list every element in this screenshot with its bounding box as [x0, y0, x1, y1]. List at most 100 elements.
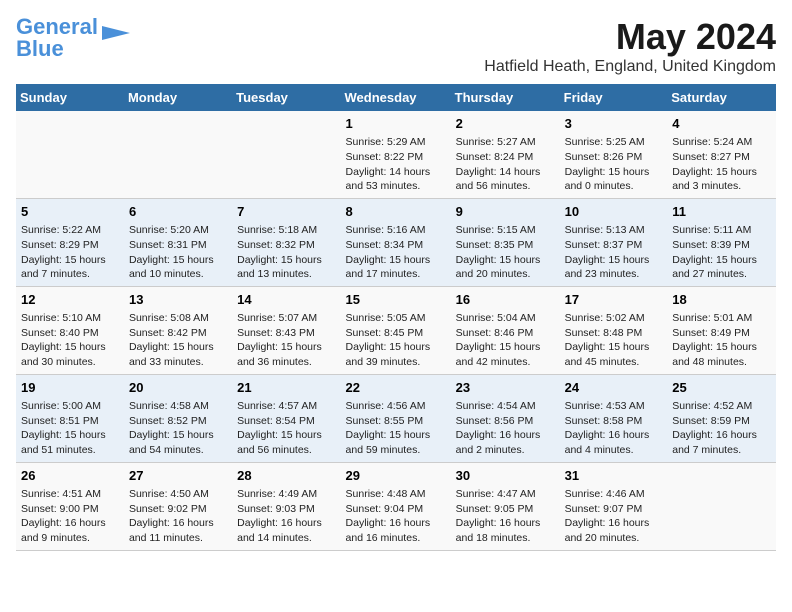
col-header-friday: Friday	[560, 84, 668, 111]
cell-text: Daylight: 14 hours and 56 minutes.	[456, 165, 555, 194]
cell-text: Daylight: 15 hours and 0 minutes.	[565, 165, 663, 194]
cell-text: Sunset: 8:42 PM	[129, 326, 227, 341]
cell-text: Sunrise: 5:24 AM	[672, 135, 771, 150]
cell-text: Daylight: 15 hours and 17 minutes.	[346, 253, 446, 282]
cell-text: Sunrise: 5:10 AM	[21, 311, 119, 326]
calendar-cell: 12Sunrise: 5:10 AMSunset: 8:40 PMDayligh…	[16, 286, 124, 374]
cell-text: Daylight: 16 hours and 11 minutes.	[129, 516, 227, 545]
cell-text: Daylight: 15 hours and 45 minutes.	[565, 340, 663, 369]
col-header-thursday: Thursday	[451, 84, 560, 111]
calendar-cell: 10Sunrise: 5:13 AMSunset: 8:37 PMDayligh…	[560, 198, 668, 286]
calendar-cell	[124, 111, 232, 198]
calendar-cell: 11Sunrise: 5:11 AMSunset: 8:39 PMDayligh…	[667, 198, 776, 286]
cell-text: Sunrise: 5:05 AM	[346, 311, 446, 326]
day-number: 11	[672, 203, 771, 221]
cell-text: Daylight: 15 hours and 36 minutes.	[237, 340, 335, 369]
cell-text: Daylight: 15 hours and 20 minutes.	[456, 253, 555, 282]
calendar-cell: 22Sunrise: 4:56 AMSunset: 8:55 PMDayligh…	[341, 374, 451, 462]
cell-text: Sunset: 8:46 PM	[456, 326, 555, 341]
page-header: GeneralBlue May 2024 Hatfield Heath, Eng…	[16, 16, 776, 76]
cell-text: Sunset: 8:35 PM	[456, 238, 555, 253]
cell-text: Sunset: 8:40 PM	[21, 326, 119, 341]
day-number: 16	[456, 291, 555, 309]
calendar-cell: 20Sunrise: 4:58 AMSunset: 8:52 PMDayligh…	[124, 374, 232, 462]
logo-icon	[102, 18, 132, 48]
day-number: 29	[346, 467, 446, 485]
cell-text: Daylight: 15 hours and 13 minutes.	[237, 253, 335, 282]
calendar-cell: 8Sunrise: 5:16 AMSunset: 8:34 PMDaylight…	[341, 198, 451, 286]
day-number: 18	[672, 291, 771, 309]
cell-text: Daylight: 15 hours and 59 minutes.	[346, 428, 446, 457]
cell-text: Sunset: 9:05 PM	[456, 502, 555, 517]
cell-text: Sunset: 8:55 PM	[346, 414, 446, 429]
cell-text: Sunrise: 5:16 AM	[346, 223, 446, 238]
cell-text: Sunset: 8:48 PM	[565, 326, 663, 341]
cell-text: Sunrise: 5:15 AM	[456, 223, 555, 238]
day-number: 15	[346, 291, 446, 309]
calendar-cell: 25Sunrise: 4:52 AMSunset: 8:59 PMDayligh…	[667, 374, 776, 462]
month-title: May 2024	[484, 16, 776, 58]
cell-text: Sunrise: 4:58 AM	[129, 399, 227, 414]
day-number: 14	[237, 291, 335, 309]
cell-text: Sunrise: 5:07 AM	[237, 311, 335, 326]
day-number: 7	[237, 203, 335, 221]
calendar-cell: 17Sunrise: 5:02 AMSunset: 8:48 PMDayligh…	[560, 286, 668, 374]
cell-text: Daylight: 16 hours and 7 minutes.	[672, 428, 771, 457]
calendar-cell: 7Sunrise: 5:18 AMSunset: 8:32 PMDaylight…	[232, 198, 340, 286]
day-number: 13	[129, 291, 227, 309]
cell-text: Sunrise: 5:13 AM	[565, 223, 663, 238]
cell-text: Daylight: 15 hours and 33 minutes.	[129, 340, 227, 369]
cell-text: Daylight: 15 hours and 10 minutes.	[129, 253, 227, 282]
calendar-cell: 18Sunrise: 5:01 AMSunset: 8:49 PMDayligh…	[667, 286, 776, 374]
col-header-wednesday: Wednesday	[341, 84, 451, 111]
day-number: 23	[456, 379, 555, 397]
cell-text: Sunrise: 4:57 AM	[237, 399, 335, 414]
col-header-monday: Monday	[124, 84, 232, 111]
day-number: 6	[129, 203, 227, 221]
cell-text: Sunrise: 4:53 AM	[565, 399, 663, 414]
day-number: 21	[237, 379, 335, 397]
calendar-table: SundayMondayTuesdayWednesdayThursdayFrid…	[16, 84, 776, 551]
cell-text: Sunset: 8:29 PM	[21, 238, 119, 253]
day-number: 8	[346, 203, 446, 221]
cell-text: Daylight: 14 hours and 53 minutes.	[346, 165, 446, 194]
day-number: 31	[565, 467, 663, 485]
location-title: Hatfield Heath, England, United Kingdom	[484, 58, 776, 76]
cell-text: Sunrise: 4:54 AM	[456, 399, 555, 414]
cell-text: Daylight: 15 hours and 27 minutes.	[672, 253, 771, 282]
day-number: 22	[346, 379, 446, 397]
cell-text: Daylight: 15 hours and 23 minutes.	[565, 253, 663, 282]
cell-text: Sunrise: 5:00 AM	[21, 399, 119, 414]
cell-text: Sunset: 9:00 PM	[21, 502, 119, 517]
cell-text: Sunrise: 5:27 AM	[456, 135, 555, 150]
cell-text: Daylight: 15 hours and 42 minutes.	[456, 340, 555, 369]
col-header-saturday: Saturday	[667, 84, 776, 111]
day-number: 27	[129, 467, 227, 485]
calendar-cell: 2Sunrise: 5:27 AMSunset: 8:24 PMDaylight…	[451, 111, 560, 198]
calendar-cell: 6Sunrise: 5:20 AMSunset: 8:31 PMDaylight…	[124, 198, 232, 286]
cell-text: Sunrise: 5:11 AM	[672, 223, 771, 238]
calendar-cell	[667, 462, 776, 550]
day-number: 2	[456, 115, 555, 133]
day-number: 12	[21, 291, 119, 309]
cell-text: Sunrise: 4:49 AM	[237, 487, 335, 502]
calendar-cell: 31Sunrise: 4:46 AMSunset: 9:07 PMDayligh…	[560, 462, 668, 550]
week-row-4: 19Sunrise: 5:00 AMSunset: 8:51 PMDayligh…	[16, 374, 776, 462]
week-row-5: 26Sunrise: 4:51 AMSunset: 9:00 PMDayligh…	[16, 462, 776, 550]
calendar-cell	[16, 111, 124, 198]
logo: GeneralBlue	[16, 16, 132, 60]
cell-text: Sunset: 9:03 PM	[237, 502, 335, 517]
calendar-cell: 9 Sunrise: 5:15 AMSunset: 8:35 PMDaylight…	[451, 198, 560, 286]
day-number: 9	[456, 203, 555, 221]
cell-text: Daylight: 16 hours and 14 minutes.	[237, 516, 335, 545]
cell-text: Daylight: 15 hours and 7 minutes.	[21, 253, 119, 282]
calendar-cell	[232, 111, 340, 198]
cell-text: Sunset: 8:27 PM	[672, 150, 771, 165]
week-row-2: 5Sunrise: 5:22 AMSunset: 8:29 PMDaylight…	[16, 198, 776, 286]
calendar-cell: 28Sunrise: 4:49 AMSunset: 9:03 PMDayligh…	[232, 462, 340, 550]
cell-text: Sunrise: 5:01 AM	[672, 311, 771, 326]
cell-text: Sunrise: 5:18 AM	[237, 223, 335, 238]
cell-text: Daylight: 15 hours and 51 minutes.	[21, 428, 119, 457]
cell-text: Sunset: 8:54 PM	[237, 414, 335, 429]
title-block: May 2024 Hatfield Heath, England, United…	[484, 16, 776, 76]
